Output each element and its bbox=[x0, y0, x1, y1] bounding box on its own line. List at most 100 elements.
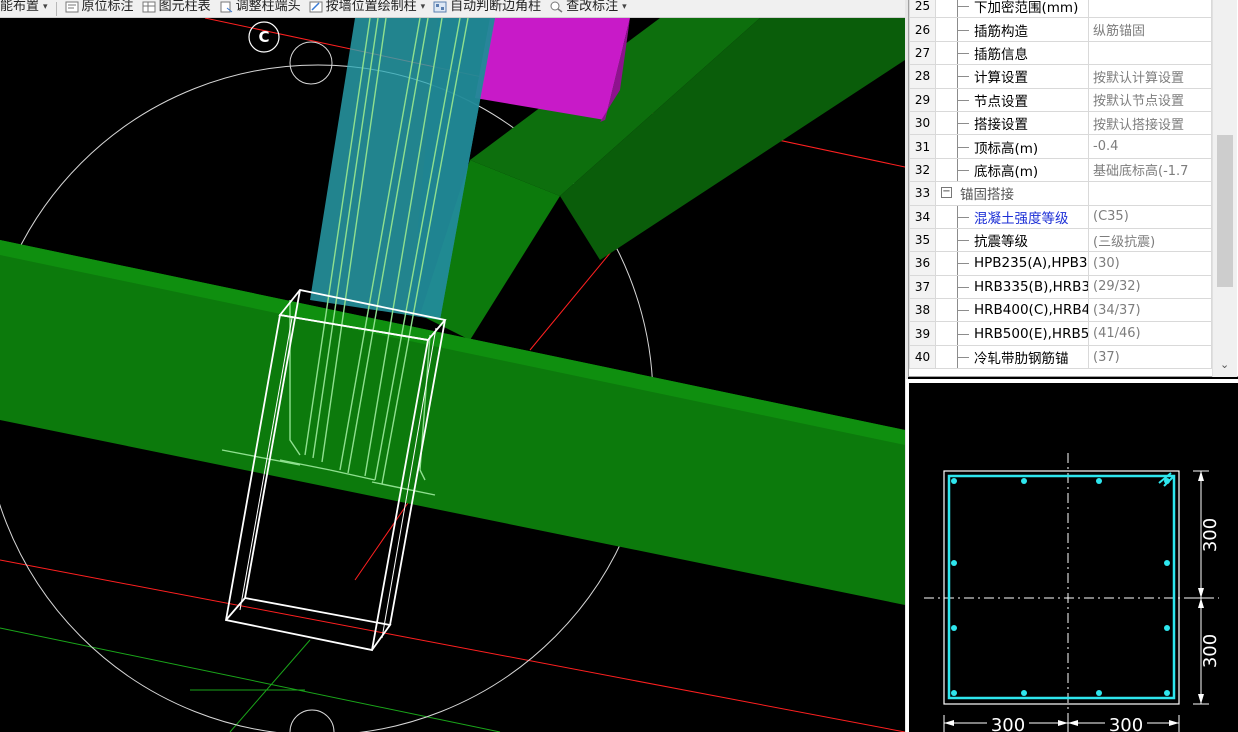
property-value[interactable]: -0.4 bbox=[1088, 134, 1212, 159]
row-number: 33 bbox=[909, 181, 936, 206]
green-axis-lines bbox=[0, 627, 501, 732]
tree-branch bbox=[957, 310, 969, 312]
toolbar-item-check-annotation[interactable]: 查改标注 ▾ bbox=[549, 0, 627, 16]
property-value[interactable]: 按默认节点设置 bbox=[1088, 87, 1212, 112]
property-value[interactable]: 纵筋锚固 bbox=[1088, 17, 1212, 42]
property-value[interactable]: (34/37) bbox=[1088, 298, 1212, 323]
property-row[interactable]: 37 HRB335(B),HRB3 (29/32) bbox=[909, 274, 1212, 300]
property-row[interactable]: 38 HRB400(C),HRB4 (34/37) bbox=[909, 298, 1212, 323]
property-value[interactable] bbox=[1088, 181, 1212, 206]
property-row[interactable]: 34 混凝土强度等级 (C35) bbox=[909, 204, 1212, 229]
property-name: HRB335(B),HRB3 bbox=[935, 274, 1089, 300]
property-value[interactable]: (29/32) bbox=[1088, 274, 1212, 300]
property-row[interactable]: 35 抗震等级 (三级抗震) bbox=[909, 227, 1212, 253]
section-preview[interactable]: 300 300 300 300 bbox=[909, 383, 1238, 732]
property-value[interactable] bbox=[1088, 0, 1212, 19]
tree-branch bbox=[957, 333, 969, 335]
tree-branch bbox=[957, 263, 969, 265]
property-row[interactable]: 33− 锚固搭接 bbox=[909, 181, 1212, 206]
toolbar-item-adjust-column-end[interactable]: 调整柱端头 bbox=[219, 0, 301, 16]
property-row[interactable]: 27 插筋信息 bbox=[909, 40, 1212, 66]
chevron-down-icon[interactable]: ⌄ bbox=[1220, 358, 1229, 371]
property-scrollbar[interactable]: ⌄ bbox=[1212, 0, 1237, 377]
property-value[interactable]: 基础底标高(-1.7 bbox=[1088, 157, 1212, 183]
column-table-icon bbox=[142, 1, 156, 13]
property-value[interactable]: 按默认计算设置 bbox=[1088, 64, 1212, 89]
row-number: 31 bbox=[909, 134, 936, 159]
toolbar-item-column-table[interactable]: 图元柱表 bbox=[142, 0, 211, 16]
property-name-label: 冷轧带肋钢筋锚 bbox=[974, 351, 1069, 368]
property-name-label: HRB335(B),HRB3 bbox=[974, 278, 1089, 295]
scrollbar-thumb[interactable] bbox=[1217, 135, 1233, 287]
property-value[interactable] bbox=[1088, 40, 1212, 66]
property-value[interactable]: (三级抗震) bbox=[1088, 227, 1212, 253]
property-value[interactable]: (30) bbox=[1088, 251, 1212, 276]
property-row[interactable]: 32 底标高(m) 基础底标高(-1.7 bbox=[909, 157, 1212, 183]
property-name-label: HPB235(A),HPB3 bbox=[974, 255, 1088, 272]
property-panel: 25 下加密范围(mm) 26 插筋构造 纵筋锚固 27 插筋信息 28 计算设置 按默认计算设置… bbox=[908, 0, 1238, 377]
dropdown-arrow-icon[interactable]: ▾ bbox=[421, 0, 426, 16]
property-name: 节点设置 bbox=[935, 87, 1089, 112]
row-number: 40 bbox=[909, 344, 936, 370]
tree-branch bbox=[957, 99, 969, 101]
axis-bubble-top bbox=[289, 41, 333, 85]
tree-branch bbox=[957, 357, 969, 359]
tree-line bbox=[957, 0, 958, 17]
row-number: 26 bbox=[909, 17, 936, 42]
toolbar-item-arrange[interactable]: 能布置 ▾ bbox=[0, 0, 48, 16]
property-name-label: 顶标高(m) bbox=[974, 140, 1039, 157]
property-name-label: 搭接设置 bbox=[974, 117, 1028, 134]
property-row[interactable]: 25 下加密范围(mm) bbox=[909, 0, 1212, 19]
tree-branch bbox=[957, 286, 969, 288]
tree-branch bbox=[957, 76, 969, 78]
row-number: 35 bbox=[909, 227, 936, 253]
tree-branch bbox=[957, 29, 969, 31]
collapse-toggle-icon[interactable]: − bbox=[941, 187, 952, 199]
toolbar-item-in-place-annotation[interactable]: 原位标注 bbox=[65, 0, 134, 16]
property-name-label: 底标高(m) bbox=[974, 163, 1039, 180]
row-number: 36 bbox=[909, 251, 936, 276]
toolbar-item-auto-corner-column[interactable]: 自动判断边角柱 bbox=[433, 0, 541, 16]
3d-viewport[interactable]: C bbox=[0, 18, 905, 732]
toolbar-item-draw-by-wall[interactable]: 按墙位置绘制柱 ▾ bbox=[309, 0, 426, 16]
toolbar-item-label: 调整柱端头 bbox=[235, 0, 301, 14]
tree-branch bbox=[957, 146, 969, 148]
property-row[interactable]: 31 顶标高(m) -0.4 bbox=[909, 134, 1212, 159]
property-value[interactable]: 按默认搭接设置 bbox=[1088, 110, 1212, 136]
section-outline bbox=[943, 470, 1180, 705]
section-preview-frame: 300 300 300 300 bbox=[906, 379, 1238, 732]
property-name-label: 锚固搭接 bbox=[960, 187, 1014, 204]
property-name-label: 下加密范围(mm) bbox=[974, 0, 1079, 17]
adjust-column-end-icon bbox=[219, 1, 233, 13]
property-row[interactable]: 36 HPB235(A),HPB3 (30) bbox=[909, 251, 1212, 276]
property-row[interactable]: 28 计算设置 按默认计算设置 bbox=[909, 64, 1212, 89]
row-number: 37 bbox=[909, 274, 936, 300]
check-annotation-icon bbox=[549, 1, 563, 13]
property-name: 插筋信息 bbox=[935, 40, 1089, 66]
property-value[interactable]: (37) bbox=[1088, 344, 1212, 370]
toolbar-item-label: 查改标注 bbox=[566, 0, 619, 14]
property-name-label: 抗震等级 bbox=[974, 234, 1028, 251]
property-name: 插筋构造 bbox=[935, 17, 1089, 42]
property-name-label: HRB500(E),HRB5 bbox=[974, 325, 1089, 342]
property-value[interactable]: (C35) bbox=[1088, 204, 1212, 229]
dropdown-arrow-icon[interactable]: ▾ bbox=[43, 0, 48, 16]
property-row[interactable]: 40 冷轧带肋钢筋锚 (37) bbox=[909, 344, 1212, 370]
dropdown-arrow-icon[interactable]: ▾ bbox=[622, 0, 627, 16]
property-row[interactable]: 29 节点设置 按默认节点设置 bbox=[909, 87, 1212, 112]
green-line-2 bbox=[229, 639, 311, 732]
property-row[interactable]: 39 HRB500(E),HRB5 (41/46) bbox=[909, 321, 1212, 346]
row-number: 29 bbox=[909, 87, 936, 112]
property-name-label: 插筋信息 bbox=[974, 46, 1028, 63]
draw-by-wall-icon bbox=[309, 1, 323, 13]
dim-right-bottom: 300 bbox=[1200, 634, 1221, 668]
tree-branch bbox=[957, 169, 969, 171]
magenta-block[interactable] bbox=[475, 18, 630, 120]
property-row[interactable]: 26 插筋构造 纵筋锚固 bbox=[909, 17, 1212, 42]
auto-corner-column-icon bbox=[433, 1, 447, 13]
row-number: 39 bbox=[909, 321, 936, 346]
viewport-canvas[interactable]: C bbox=[0, 18, 905, 732]
property-value[interactable]: (41/46) bbox=[1088, 321, 1212, 346]
dim-bottom-left: 300 bbox=[991, 715, 1025, 732]
property-row[interactable]: 30 搭接设置 按默认搭接设置 bbox=[909, 110, 1212, 136]
